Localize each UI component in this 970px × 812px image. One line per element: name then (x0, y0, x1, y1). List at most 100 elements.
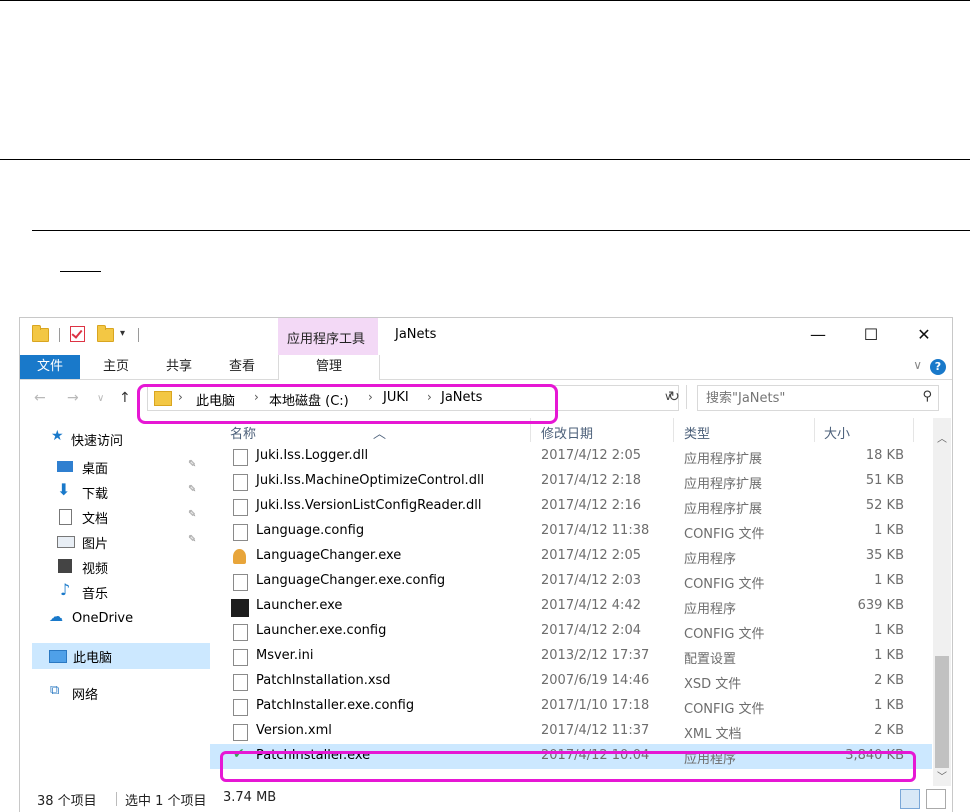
up-icon[interactable]: ↑ (119, 390, 131, 406)
cloud-icon: ☁ (49, 609, 63, 625)
large-icons-view-icon[interactable] (926, 789, 946, 809)
status-bar: 38 个项目 选中 1 个项目 3.74 MB (20, 786, 952, 812)
scroll-up-icon[interactable]: ︿ (937, 430, 947, 445)
explorer-window: ▾ 应用程序工具 JaNets — ☐ ✕ 文件 主页 共享 查看 管理 ∨ ?… (19, 317, 953, 812)
context-tab-group: 应用程序工具 (278, 318, 378, 355)
config-file-icon (233, 574, 248, 591)
tab-manage[interactable]: 管理 (278, 355, 380, 380)
quick-access-dropdown-icon[interactable]: ▾ (120, 328, 125, 339)
ini-file-icon (233, 649, 248, 666)
middle-rule (0, 159, 970, 160)
file-row[interactable]: Juki.Iss.MachineOptimizeControl.dll 2017… (210, 469, 932, 494)
pin-icon: ✎ (188, 534, 197, 545)
file-row[interactable]: LanguageChanger.exe.config 2017/4/12 2:0… (210, 569, 932, 594)
nav-item-network[interactable]: ⧉ 网络 (20, 680, 210, 706)
file-row[interactable]: LanguageChanger.exe 2017/4/12 2:05 应用程序 … (210, 544, 932, 569)
nav-item-videos[interactable]: 视频 (20, 554, 210, 580)
scroll-down-icon[interactable]: ﹀ (937, 768, 947, 783)
nav-item-pictures[interactable]: 图片 ✎ (20, 529, 210, 555)
file-row[interactable]: Juki.Iss.Logger.dll 2017/4/12 2:05 应用程序扩… (210, 444, 932, 469)
dll-file-icon (233, 499, 248, 516)
document-icon (59, 509, 72, 525)
window-title: JaNets (395, 327, 437, 342)
dll-file-icon (233, 474, 248, 491)
ribbon-tabs: 文件 主页 共享 查看 管理 ∨ ? (20, 355, 952, 380)
divider (138, 328, 139, 342)
close-button[interactable]: ✕ (901, 322, 947, 348)
file-row[interactable]: PatchInstallation.xsd 2007/6/19 14:46 XS… (210, 669, 932, 694)
pin-icon: ✎ (188, 509, 197, 520)
file-row[interactable]: Msver.ini 2013/2/12 17:37 配置设置 1 KB (210, 644, 932, 669)
selection-size: 3.74 MB (223, 790, 277, 805)
search-input[interactable] (704, 388, 908, 408)
navigation-pane: ★ 快速访问 桌面 ✎ ⬇ 下载 ✎ 文档 ✎ 图片 ✎ 视频 ♪ 音乐 ☁ O… (20, 418, 210, 786)
back-icon[interactable]: ← (34, 390, 46, 406)
details-view-icon[interactable] (900, 789, 920, 809)
title-bar: ▾ 应用程序工具 JaNets — ☐ ✕ (20, 318, 952, 355)
sort-ascending-icon: ︿ (373, 427, 387, 442)
column-type[interactable]: 类型 (684, 423, 710, 442)
nav-item-this-pc[interactable]: 此电脑 (32, 643, 210, 669)
short-rule (60, 271, 101, 272)
properties-icon[interactable] (70, 326, 85, 342)
column-date[interactable]: 修改日期 (541, 423, 593, 442)
top-rule (0, 0, 970, 1)
search-box[interactable]: ⚲ (697, 385, 939, 411)
music-icon: ♪ (60, 580, 71, 599)
file-list: ︿ 名称 修改日期 类型 大小 Juki.Iss.Logger.dll 2017… (210, 418, 932, 786)
new-folder-icon[interactable] (97, 325, 114, 342)
column-size[interactable]: 大小 (824, 423, 850, 442)
picture-icon (57, 536, 75, 548)
pin-icon: ✎ (188, 484, 197, 495)
scroll-thumb[interactable] (935, 656, 949, 768)
column-divider[interactable] (814, 418, 815, 442)
desktop-icon (57, 461, 73, 472)
video-icon (58, 559, 72, 573)
nav-item-quick-access[interactable]: ★ 快速访问 (20, 426, 210, 452)
column-divider[interactable] (913, 418, 914, 442)
nav-item-desktop[interactable]: 桌面 ✎ (20, 454, 210, 480)
item-count: 38 个项目 (37, 794, 97, 809)
help-icon[interactable]: ? (930, 359, 946, 375)
config-file-icon (233, 624, 248, 641)
minimize-button[interactable]: — (795, 322, 841, 348)
file-row[interactable]: PatchInstaller.exe.config 2017/1/10 17:1… (210, 694, 932, 719)
tab-share[interactable]: 共享 (166, 355, 192, 379)
network-icon: ⧉ (50, 683, 60, 698)
context-tab-label: 应用程序工具 (287, 332, 366, 347)
config-file-icon (233, 699, 248, 716)
dll-file-icon (233, 449, 248, 466)
pin-icon: ✎ (188, 459, 197, 470)
file-row[interactable]: Launcher.exe.config 2017/4/12 2:04 CONFI… (210, 619, 932, 644)
file-row[interactable]: Juki.Iss.VersionListConfigReader.dll 201… (210, 494, 932, 519)
tab-view[interactable]: 查看 (229, 355, 255, 379)
nav-item-onedrive[interactable]: ☁ OneDrive (20, 607, 210, 633)
tab-home[interactable]: 主页 (103, 355, 129, 379)
nav-item-music[interactable]: ♪ 音乐 (20, 579, 210, 605)
nav-item-downloads[interactable]: ⬇ 下载 ✎ (20, 479, 210, 505)
tab-file[interactable]: 文件 (20, 355, 80, 379)
selection-count: 选中 1 个项目 (125, 794, 207, 809)
file-row[interactable]: Launcher.exe 2017/4/12 4:42 应用程序 639 KB (210, 594, 932, 619)
nav-item-documents[interactable]: 文档 ✎ (20, 504, 210, 530)
refresh-icon[interactable]: ↻ (662, 385, 687, 409)
column-divider[interactable] (673, 418, 674, 442)
search-icon[interactable]: ⚲ (922, 389, 932, 404)
expand-ribbon-icon[interactable]: ∨ (913, 358, 922, 372)
divider (116, 792, 117, 806)
divider (59, 328, 60, 342)
file-row[interactable]: Version.xml 2017/4/12 11:37 XML 文档 2 KB (210, 719, 932, 744)
file-row[interactable]: Language.config 2017/4/12 11:38 CONFIG 文… (210, 519, 932, 544)
lower-rule (32, 230, 970, 231)
recent-locations-icon[interactable]: ∨ (97, 393, 104, 404)
star-icon: ★ (51, 428, 64, 444)
forward-icon[interactable]: → (67, 390, 79, 406)
computer-icon (49, 650, 67, 663)
maximize-button[interactable]: ☐ (848, 322, 894, 348)
column-name[interactable]: 名称 (230, 423, 256, 442)
folder-icon[interactable] (32, 325, 49, 342)
app-icon (233, 549, 246, 564)
selected-file-highlight (220, 751, 916, 782)
app-icon (231, 599, 249, 617)
vertical-scrollbar[interactable]: ︿ ﹀ (933, 418, 951, 786)
